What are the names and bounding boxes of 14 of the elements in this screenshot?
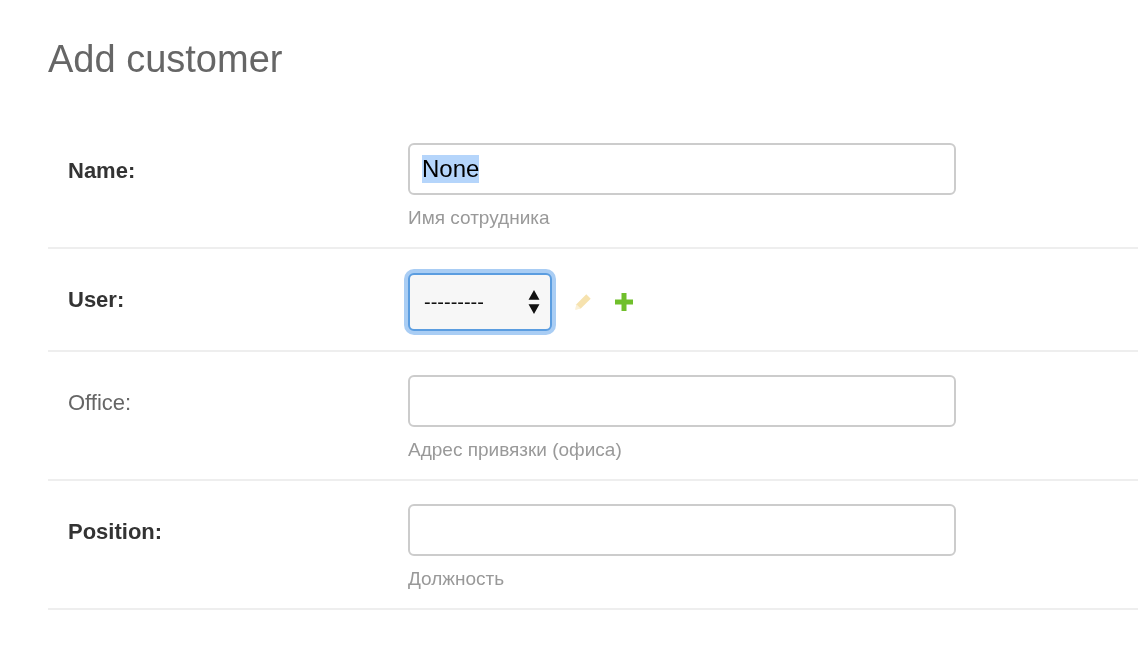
text-field[interactable] — [408, 375, 956, 427]
field-value: None — [422, 155, 480, 183]
field-label: Office: — [68, 389, 133, 417]
plus-icon[interactable] — [614, 292, 634, 312]
text-field[interactable]: None — [408, 143, 956, 195]
field-label: Name: — [68, 157, 137, 185]
help-text: Имя сотрудника — [408, 207, 551, 229]
page-title: Add customer — [48, 37, 284, 82]
up-down-arrows-icon — [528, 290, 540, 314]
text-field[interactable] — [408, 504, 956, 556]
help-text: Должность — [408, 568, 506, 590]
help-text: Адрес привязки (офиса) — [408, 439, 623, 461]
field-label: Position: — [68, 518, 164, 546]
field-label: User: — [68, 286, 126, 314]
